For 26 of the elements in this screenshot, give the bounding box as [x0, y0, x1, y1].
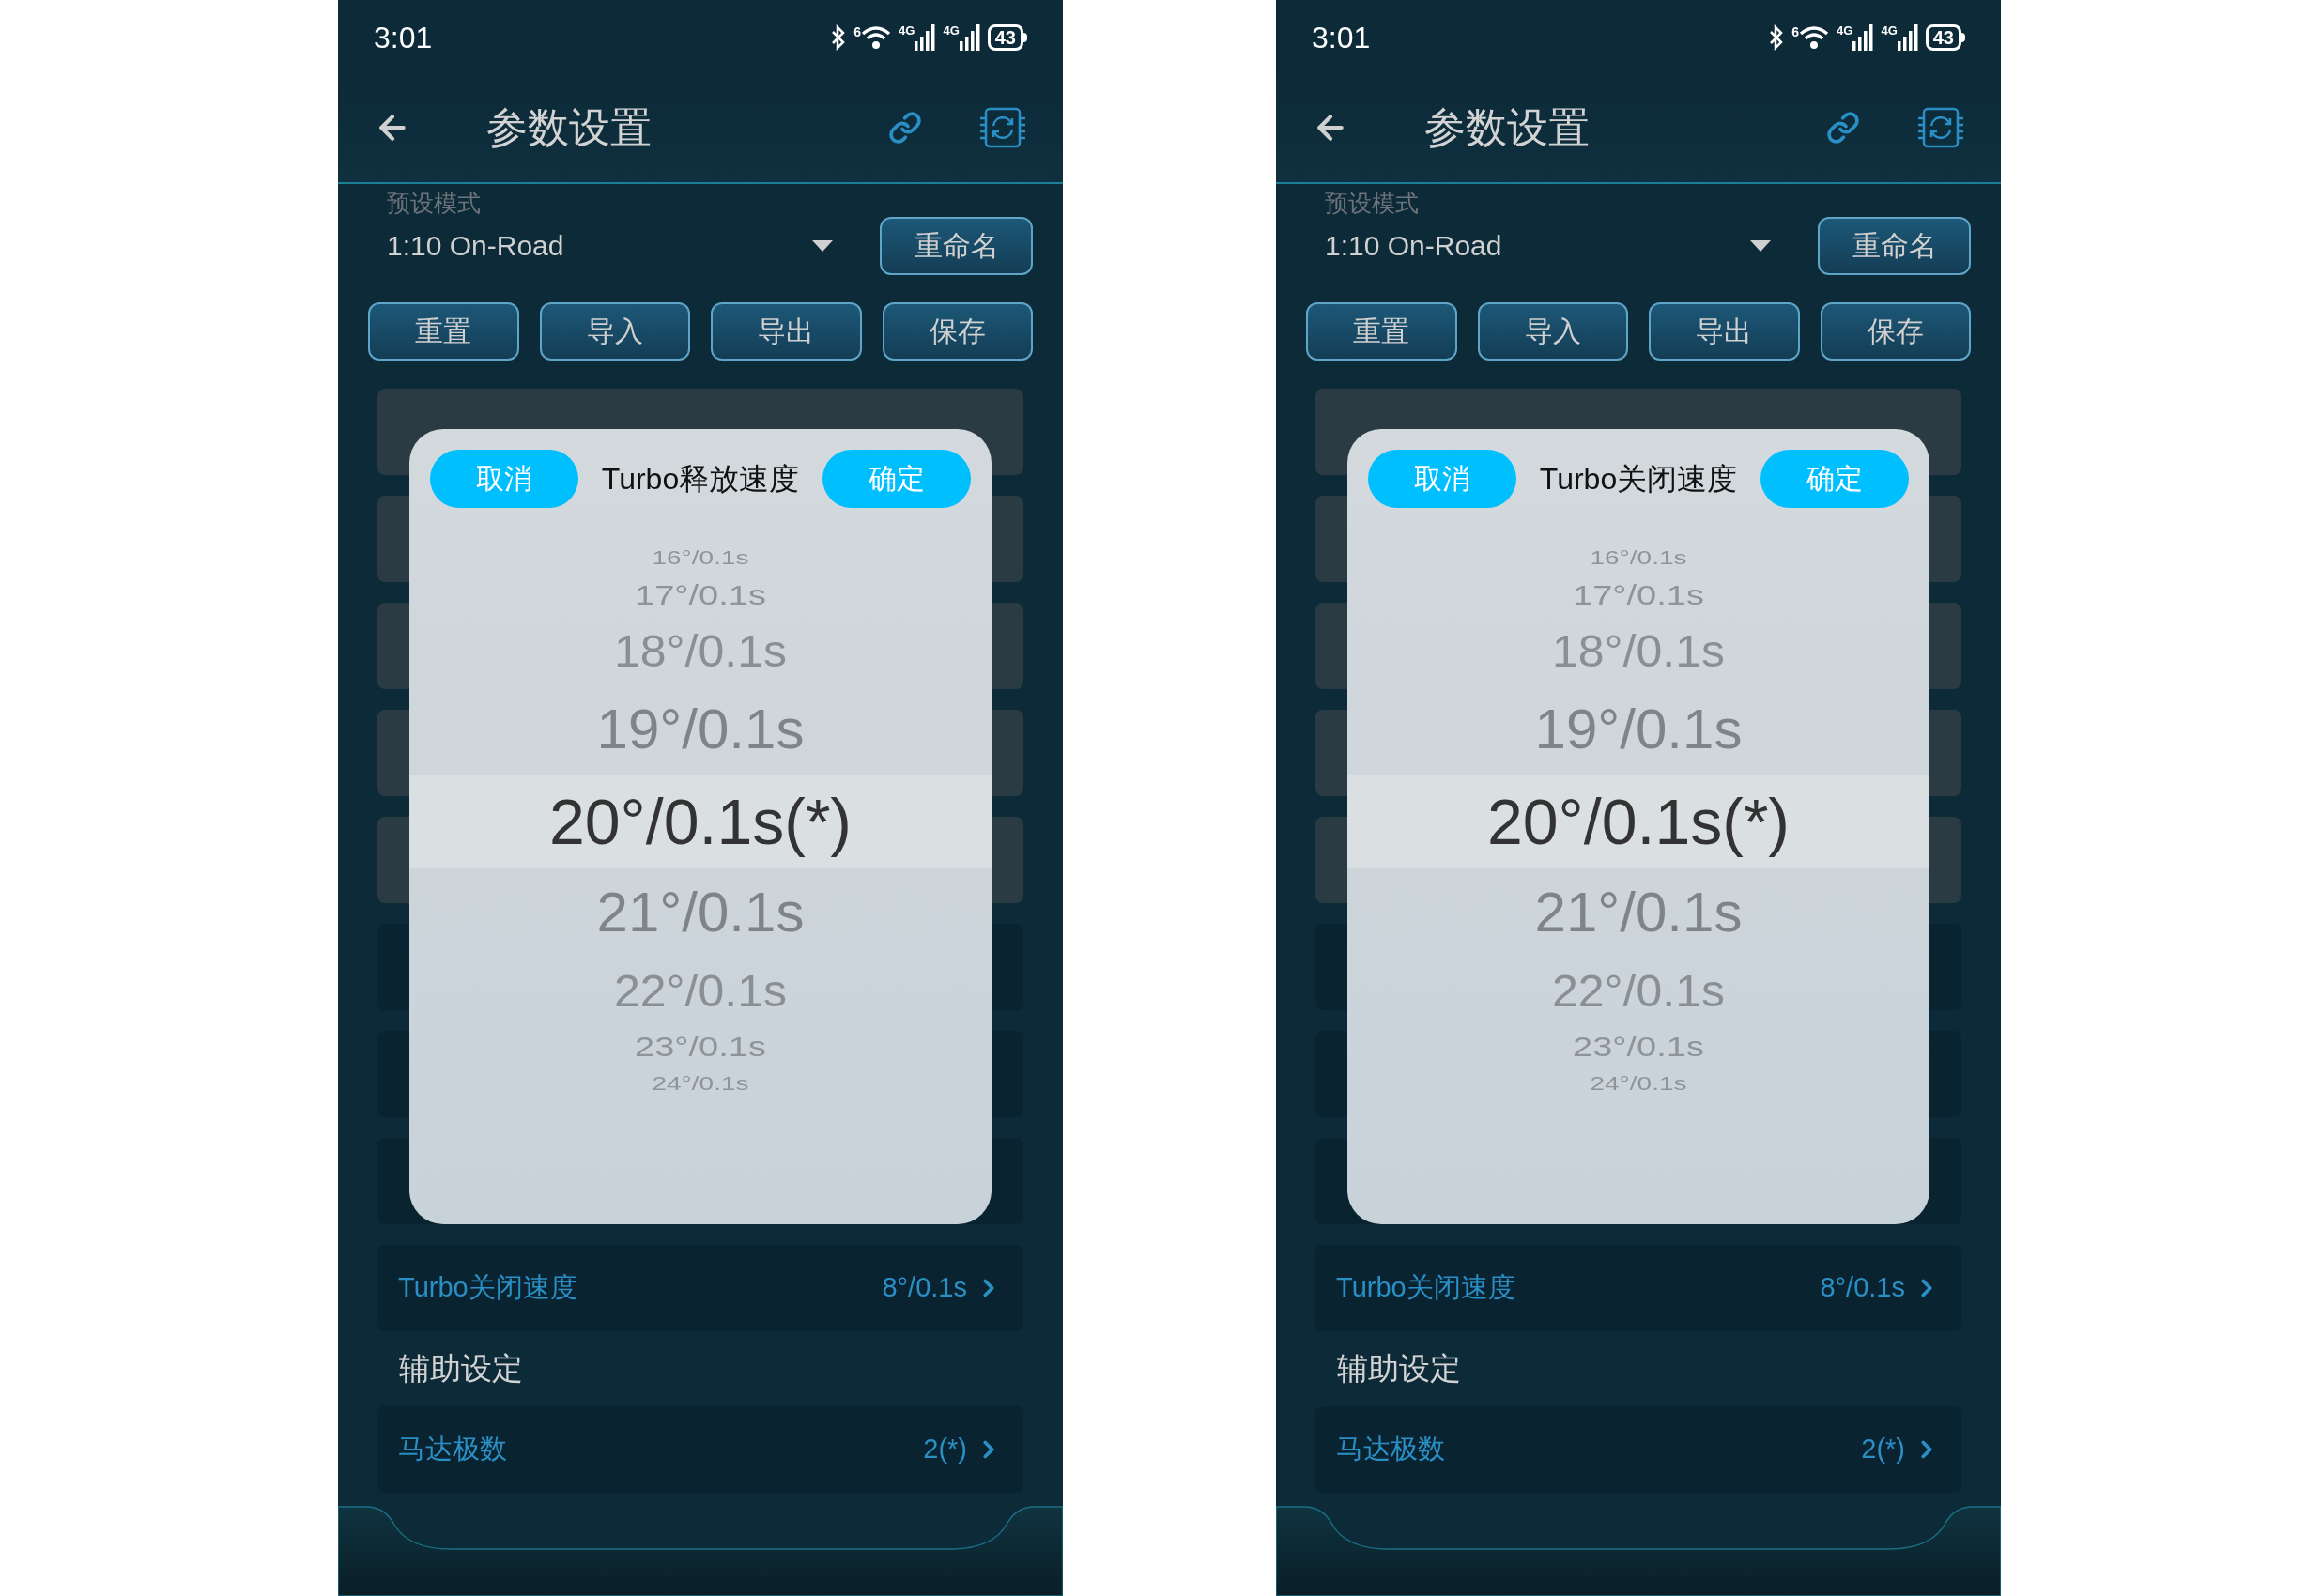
- setting-label: 马达极数: [398, 1432, 507, 1466]
- setting-value: 8°/0.1s: [1820, 1270, 1905, 1304]
- network-label: 4G: [943, 24, 960, 37]
- dialog-title: Turbo释放速度: [601, 460, 800, 498]
- setting-label: Turbo关闭速度: [398, 1270, 577, 1304]
- battery-level: 43: [987, 24, 1023, 51]
- setting-label: Turbo关闭速度: [1336, 1270, 1515, 1304]
- setting-value: 2(*): [1861, 1432, 1905, 1466]
- network-label: 4G: [1881, 24, 1898, 37]
- setting-value: 8°/0.1s: [882, 1270, 967, 1304]
- setting-label: 马达极数: [1336, 1432, 1445, 1466]
- wifi-label: 6: [853, 25, 862, 38]
- network-label: 4G: [1837, 24, 1853, 37]
- setting-value: 2(*): [923, 1432, 967, 1466]
- preset-label: 预设模式: [387, 190, 481, 216]
- page-title: 参数设置: [1424, 103, 1590, 152]
- section-heading: 辅助设定: [399, 1349, 523, 1388]
- battery-level: 43: [1925, 24, 1961, 51]
- network-label: 4G: [899, 24, 915, 37]
- status-time: 3:01: [374, 20, 433, 56]
- preset-label: 预设模式: [1325, 190, 1419, 216]
- status-time: 3:01: [1312, 20, 1371, 56]
- wifi-label: 6: [1791, 25, 1800, 38]
- page-title: 参数设置: [486, 103, 652, 152]
- section-heading: 辅助设定: [1337, 1349, 1461, 1388]
- dialog-title: Turbo关闭速度: [1539, 460, 1738, 498]
